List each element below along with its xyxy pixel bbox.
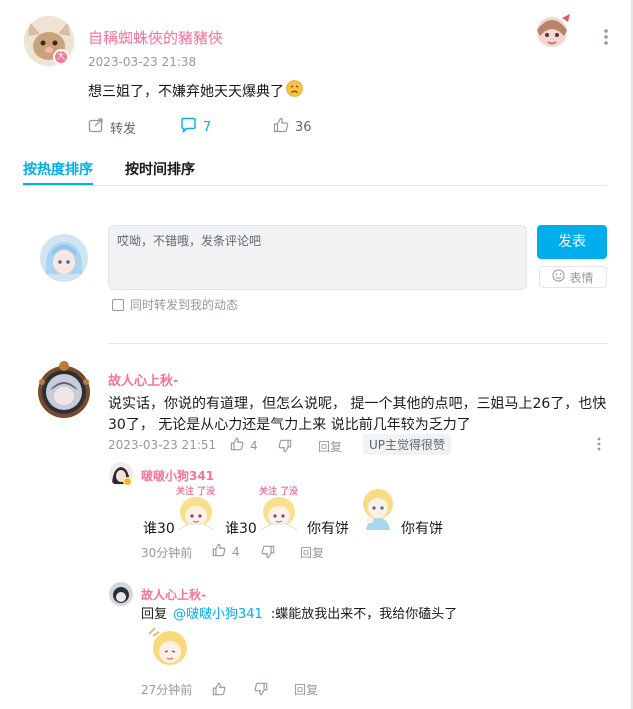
- post-author-name[interactable]: 自稱蜘蛛俠的豬豬俠: [88, 27, 223, 48]
- comment-text-line-1: 说实话，你说的有道理，但怎么说呢， 提一个其他的点吧，三姐马上26了，也快: [108, 396, 607, 412]
- reply-author-name-2[interactable]: 故人心上秋-: [141, 586, 206, 603]
- reply-dislike-button-2[interactable]: [254, 680, 268, 700]
- sticker-thinking: [356, 484, 400, 532]
- post-text: 想三姐了，不嫌弃她天天爆典了: [88, 83, 284, 100]
- thumbs-up-icon: [212, 681, 226, 700]
- comment-author-name[interactable]: 故人心上秋-: [108, 370, 178, 389]
- reply-reply-button-2[interactable]: 回复: [294, 681, 318, 698]
- reply-like-count: 4: [232, 544, 240, 559]
- comment-count-button[interactable]: 7: [180, 117, 211, 137]
- comment-text-line-2: 30了， 无论是从心力还是气力上来 说比前几年较为乏力了: [108, 417, 471, 433]
- sad-emoji-icon: [286, 80, 303, 101]
- comment-icon: [180, 117, 197, 137]
- thumbs-up-icon: [230, 437, 244, 454]
- reply-content-2: 回复 @啵啵小狗341 :蝶能放我出来不，我给你磕头了: [141, 603, 457, 622]
- reply-user-vip-dot: [123, 477, 132, 486]
- up-liked-badge: UP主觉得很赞: [363, 434, 452, 455]
- post-content: 想三姐了，不嫌弃她天天爆典了: [88, 80, 303, 101]
- emoji-label: 表情: [569, 270, 594, 285]
- forward-label: 转发: [110, 121, 137, 137]
- submit-comment-button[interactable]: 发表: [537, 225, 607, 259]
- tab-sort-time[interactable]: 按时间排序: [125, 159, 195, 179]
- tab-sort-hot[interactable]: 按热度排序: [23, 159, 93, 179]
- reply-time-2: 27分钟前: [141, 683, 193, 697]
- tabs-divider: [23, 185, 607, 186]
- reply-user-avatar-2[interactable]: [109, 582, 133, 606]
- thumbs-up-icon: [273, 117, 289, 137]
- comment-user-avatar[interactable]: [34, 360, 94, 420]
- reply-text-seg-1: 谁30: [143, 521, 175, 537]
- reply-text: :蝶能放我出来不，我给你磕头了: [270, 607, 458, 622]
- comment-more-icon[interactable]: [596, 436, 602, 452]
- forward-button[interactable]: 转发: [88, 117, 136, 137]
- sync-forward-label: 同时转发到我的动态: [130, 298, 239, 312]
- comment-input[interactable]: 哎呦，不错哦，发条评论吧: [108, 225, 527, 290]
- reply-author-name[interactable]: 啵啵小狗341: [141, 467, 214, 484]
- sync-forward-option[interactable]: 同时转发到我的动态: [112, 296, 238, 313]
- emoji-button[interactable]: 表情: [539, 266, 607, 288]
- current-user-avatar[interactable]: [40, 234, 88, 282]
- thumbs-down-icon: [261, 544, 275, 563]
- comment-count: 7: [203, 119, 212, 135]
- more-menu-icon[interactable]: [602, 28, 610, 46]
- comment-time: 2023-03-23 21:51: [108, 438, 217, 452]
- comment-reply-button[interactable]: 回复: [318, 438, 342, 455]
- thumbs-down-icon: [278, 438, 292, 457]
- thumbs-up-icon: [212, 543, 226, 560]
- post-like-count: 36: [295, 119, 312, 135]
- reply-like-button-2[interactable]: [212, 680, 226, 700]
- sticker-caption-2: 关注 了没: [259, 487, 299, 497]
- decorative-pendant: [528, 12, 576, 52]
- reply-mention-link[interactable]: @啵啵小狗341: [173, 603, 263, 622]
- smiley-icon: [552, 269, 566, 285]
- post-time: 2023-03-23 21:38: [88, 55, 197, 69]
- comment-like-button[interactable]: 4: [230, 437, 258, 454]
- reply-text-seg-2: 谁30: [225, 521, 257, 537]
- reply-text-seg-4: 你有饼: [401, 521, 443, 537]
- forward-icon: [88, 117, 104, 137]
- reply-reply-button[interactable]: 回复: [300, 544, 324, 561]
- sticker-caption-1: 关注 了没: [176, 487, 216, 497]
- sync-forward-checkbox[interactable]: [112, 298, 124, 311]
- reply-dislike-button[interactable]: [261, 543, 275, 563]
- post-like-button[interactable]: 36: [273, 117, 312, 137]
- thumbs-down-icon: [254, 681, 268, 700]
- reply-text-seg-3: 你有饼: [307, 521, 349, 537]
- reply-like-button[interactable]: 4: [212, 543, 240, 560]
- vip-badge: 大: [53, 49, 69, 65]
- comment-like-count: 4: [250, 438, 258, 453]
- composer-divider: [108, 343, 607, 344]
- reply-time: 30分钟前: [141, 546, 193, 560]
- comment-dislike-button[interactable]: [278, 437, 292, 457]
- sticker-bow: [145, 624, 195, 672]
- reply-prefix: 回复: [141, 607, 168, 622]
